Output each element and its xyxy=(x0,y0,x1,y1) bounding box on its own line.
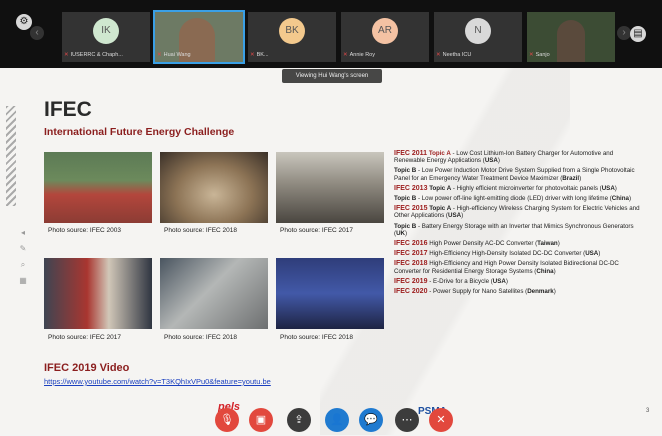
photo-ifec-2018-lab xyxy=(160,258,268,329)
participant-name: Huai Wang xyxy=(163,52,191,58)
photo-caption: Photo source: IFEC 2018 xyxy=(164,334,237,341)
zoom-tool-icon[interactable]: ⌕ xyxy=(18,260,28,270)
topic-item: IFEC 2015 Topic A - High-efficiency Wire… xyxy=(394,205,640,220)
topic-item: Topic B - Low Power Induction Motor Driv… xyxy=(394,167,635,182)
participant-name: Annie Roy xyxy=(349,52,375,58)
topic-item: IFEC 2011 Topic A - Low Cost Lithium-Ion… xyxy=(394,150,614,165)
participant-name: Neetha ICU xyxy=(442,52,472,58)
pointer-tool-icon[interactable]: ◂ xyxy=(18,228,28,238)
topic-item: Topic B - Battery Energy Storage with an… xyxy=(394,222,634,237)
scroll-right-icon[interactable]: › xyxy=(617,26,631,40)
participant-tile[interactable]: IK ✕ IUSERRC & Chaph... xyxy=(62,12,150,62)
avatar: AR xyxy=(372,18,398,44)
video-off-icon[interactable]: ▣ xyxy=(249,408,273,432)
slide-subtitle: International Future Energy Challenge xyxy=(44,126,235,138)
viewing-banner: Viewing Hui Wang's screen xyxy=(282,69,382,83)
participant-tile-active[interactable]: ✕ Huai Wang xyxy=(153,10,245,64)
participants-icon[interactable]: 👤 xyxy=(325,408,349,432)
participant-name: BK... xyxy=(256,52,269,58)
photo-ifec-2018-team xyxy=(276,258,384,329)
topic-item: IFEC 2018 High-Efficiency and High Power… xyxy=(394,260,619,275)
avatar: BK xyxy=(279,18,305,44)
pen-tool-icon[interactable]: ✎ xyxy=(18,244,28,254)
photo-caption: Photo source: IFEC 2018 xyxy=(164,227,237,234)
photo-caption: Photo source: IFEC 2017 xyxy=(280,227,353,234)
participant-name: IUSERRC & Chaph... xyxy=(70,52,123,58)
video-link[interactable]: https://www.youtube.com/watch?v=T3KQhIxV… xyxy=(44,377,271,386)
slide-title: IFEC xyxy=(44,98,92,121)
participant-tile[interactable]: ✕ Sanjo xyxy=(527,12,615,62)
gear-icon[interactable]: ⚙ xyxy=(16,14,32,30)
photo-caption: Photo source: IFEC 2003 xyxy=(48,227,121,234)
photo-ifec-2017 xyxy=(276,152,384,223)
photo-caption: Photo source: IFEC 2018 xyxy=(280,334,353,341)
mic-off-icon[interactable]: 🎙 xyxy=(215,408,239,432)
participant-tile[interactable]: AR ✕ Annie Roy xyxy=(341,12,429,62)
mic-muted-icon: ✕ xyxy=(343,52,348,58)
topic-item: IFEC 2017 High-Efficiency High-Density I… xyxy=(394,250,601,258)
topic-item: IFEC 2013 Topic A - Highly efficient mic… xyxy=(394,184,617,192)
photo-ifec-2003 xyxy=(44,152,152,223)
video-heading: IFEC 2019 Video xyxy=(44,362,130,374)
topics-list: IFEC 2011 Topic A - Low Cost Lithium-Ion… xyxy=(394,150,644,298)
participant-tile[interactable]: BK ✕ BK... xyxy=(248,12,336,62)
chat-icon[interactable]: 💬 xyxy=(359,408,383,432)
share-screen-icon[interactable]: ⇪ xyxy=(287,408,311,432)
participant-strip: ⚙ ‹ IK ✕ IUSERRC & Chaph... ✕ Huai Wang BK… xyxy=(0,0,662,68)
scroll-left-icon[interactable]: ‹ xyxy=(30,26,44,40)
topic-item: IFEC 2020 - Power Supply for Nano Satell… xyxy=(394,288,556,296)
photo-ifec-2018 xyxy=(160,152,268,223)
mic-muted-icon: ✕ xyxy=(436,52,441,58)
topic-item: Topic B - Low power off-line light-emitt… xyxy=(394,195,632,203)
page-number: 3 xyxy=(646,408,650,414)
mic-muted-icon: ✕ xyxy=(250,52,255,58)
slide-decoration xyxy=(6,106,16,206)
topic-item: IFEC 2019 - E-Drive for a Bicycle (USA) xyxy=(394,277,508,285)
mic-muted-icon: ✕ xyxy=(157,52,162,58)
photo-ifec-2017-award xyxy=(44,258,152,329)
view-toggle-icon[interactable]: ▤ xyxy=(630,26,646,42)
photo-caption: Photo source: IFEC 2017 xyxy=(48,334,121,341)
participant-name: Sanjo xyxy=(535,52,550,58)
mic-muted-icon: ✕ xyxy=(64,52,69,58)
participant-tile[interactable]: N ✕ Neetha ICU xyxy=(434,12,522,62)
avatar: IK xyxy=(93,18,119,44)
avatar: N xyxy=(465,18,491,44)
slides-tool-icon[interactable]: ▦ xyxy=(18,276,28,286)
mic-muted-icon: ✕ xyxy=(529,52,534,58)
more-icon[interactable]: ⋯ xyxy=(395,408,419,432)
topic-item: IFEC 2016 High Power Density AC-DC Conve… xyxy=(394,240,560,248)
leave-icon[interactable]: ✕ xyxy=(429,408,453,432)
shared-slide: ◂ ✎ ⌕ ▦ IFEC International Future Energy… xyxy=(0,68,662,435)
